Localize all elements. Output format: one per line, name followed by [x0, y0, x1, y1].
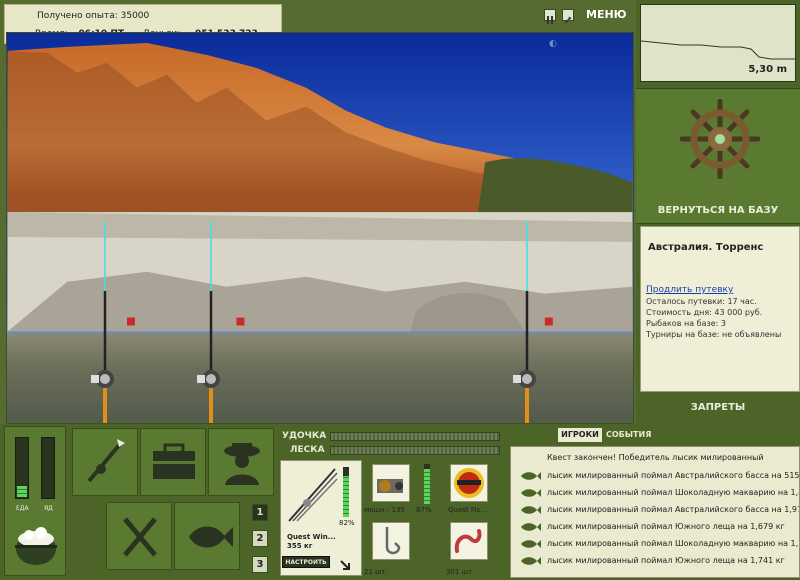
return-to-base-label[interactable]: ВЕРНУТЬСЯ НА БАЗУ [636, 205, 800, 216]
xp-row: Получено опыта: 35000 [37, 11, 149, 21]
needs-meters: ЕДА ЯД [4, 426, 66, 576]
hooks-count: 21 шт. [364, 568, 388, 576]
page-button-1[interactable]: 1 [252, 504, 268, 521]
bait-slot[interactable] [450, 522, 488, 560]
tab-players[interactable]: ИГРОКИ [558, 428, 602, 442]
fish-icon [521, 523, 541, 531]
watermark: ◐ [549, 39, 557, 49]
fish-icon [521, 506, 541, 514]
tackle-tile[interactable] [72, 428, 138, 496]
rod-icon [288, 468, 338, 522]
page-button-3[interactable]: 3 [252, 556, 268, 573]
log-entry-text: лысик милированный поймал Австралийского… [547, 471, 800, 480]
list-item: лысик милированный поймал Австралийского… [511, 467, 800, 485]
tournaments-status: Турниры на базе: не объявлены [646, 330, 782, 339]
location-panel: Австралия. Торренс Продлить путевку Оста… [640, 226, 800, 392]
rod-weight: 355 кг [287, 542, 313, 550]
tab-events[interactable]: СОБЫТИЯ [606, 428, 651, 442]
setup-button[interactable]: НАСТРОИТЬ [282, 556, 330, 568]
reel-slot[interactable] [372, 464, 410, 502]
fish-icon [521, 557, 541, 565]
food-label: ЕДА [16, 505, 29, 512]
pause-icon [547, 16, 553, 24]
event-log: Квест закончен! Победитель лысик милиров… [510, 446, 800, 578]
tools-button[interactable] [562, 9, 574, 24]
depth-value: 5,30 m [748, 64, 787, 75]
bans-button[interactable]: ЗАПРЕТЫ [636, 402, 800, 413]
worm-icon [454, 529, 482, 553]
log-entry-text: лысик милированный поймал Шоколадную мак… [547, 539, 800, 548]
list-item: лысик милированный поймал Южного леща на… [511, 552, 799, 570]
food-pot-icon[interactable] [11, 519, 61, 569]
rod-name: Quest Win... [287, 533, 336, 541]
line-bar-label: ЛЕСКА [290, 445, 325, 455]
list-item: лысик милированный поймал Шоколадную мак… [511, 484, 800, 502]
fisherman-icon [224, 443, 260, 485]
xp-label: Получено опыта: [37, 11, 118, 21]
list-item: лысик милированный поймал Шоколадную мак… [511, 535, 800, 553]
line-tension-bar [330, 446, 500, 455]
permit-remaining: Осталось путевки: 17 час. [646, 297, 757, 306]
reel-icon [377, 479, 403, 493]
fish-tile[interactable] [174, 502, 240, 570]
poison-label: ЯД [44, 505, 53, 512]
fishing-rod-2[interactable] [193, 221, 227, 424]
arrow-icon [340, 560, 350, 570]
tackle-box-icon [153, 443, 195, 479]
fish-icon [521, 472, 541, 480]
reel-level-bar [424, 464, 430, 504]
xp-value: 35000 [120, 11, 150, 21]
extend-permit-link[interactable]: Продлить путевку [646, 285, 733, 295]
rod-tension-bar [330, 432, 500, 441]
food-meter [15, 437, 29, 499]
location-name: Австралия. Торренс [648, 242, 764, 253]
fish-icon [521, 540, 541, 548]
fishing-rod-1[interactable] [87, 221, 121, 424]
wrench-icon [564, 16, 572, 24]
log-entry-text: лысик милированный поймал Австралийского… [547, 505, 800, 514]
list-item: лысик милированный поймал Австралийского… [511, 501, 800, 519]
rod-percent: 82% [339, 519, 355, 527]
line-slot[interactable] [450, 464, 488, 502]
reel-power: мощн.: 135 [364, 506, 405, 514]
depth-graph: 5,30 m [640, 4, 796, 82]
fishing-rod-3[interactable] [509, 221, 543, 424]
log-entry-text: лысик милированный поймал Южного леща на… [547, 556, 785, 565]
list-item: лысик милированный поймал Южного леща на… [511, 518, 799, 536]
line-name: Quest Fis... [448, 506, 487, 514]
hooks-slot[interactable] [372, 522, 410, 560]
fisherman-tile[interactable] [208, 428, 274, 496]
rod-bar-label: УДОЧКА [282, 431, 327, 441]
fishing-scene[interactable]: ◐ [6, 32, 634, 424]
menu-button[interactable]: МЕНЮ [586, 8, 627, 24]
return-to-base-button[interactable] [636, 88, 800, 224]
fishers-at-base: Рыбаков на базе: 3 [646, 319, 726, 328]
rod-level-bar [343, 467, 349, 517]
poison-meter [41, 437, 55, 499]
fishing-line-spool-icon [454, 468, 484, 498]
hook-icon [385, 527, 401, 555]
tackle-box-tile[interactable] [140, 428, 206, 496]
reel-percent: 87% [416, 506, 432, 514]
food-meter-fill [17, 486, 27, 497]
fork-knife-icon [123, 517, 157, 557]
log-header: Квест закончен! Победитель лысик милиров… [547, 453, 764, 462]
page-button-2[interactable]: 2 [252, 530, 268, 547]
fish-icon [189, 526, 233, 548]
fish-icon [521, 489, 541, 497]
log-entry-text: лысик милированный поймал Шоколадную мак… [547, 488, 800, 497]
food-tile[interactable] [106, 502, 172, 570]
bait-count: 301 шт. [446, 568, 475, 576]
fishing-rod-icon [87, 439, 125, 483]
ship-wheel-icon [680, 99, 760, 179]
pause-button[interactable] [544, 9, 556, 24]
day-cost: Стоимость дня: 43 000 руб. [646, 308, 763, 317]
log-entry-text: лысик милированный поймал Южного леща на… [547, 522, 785, 531]
